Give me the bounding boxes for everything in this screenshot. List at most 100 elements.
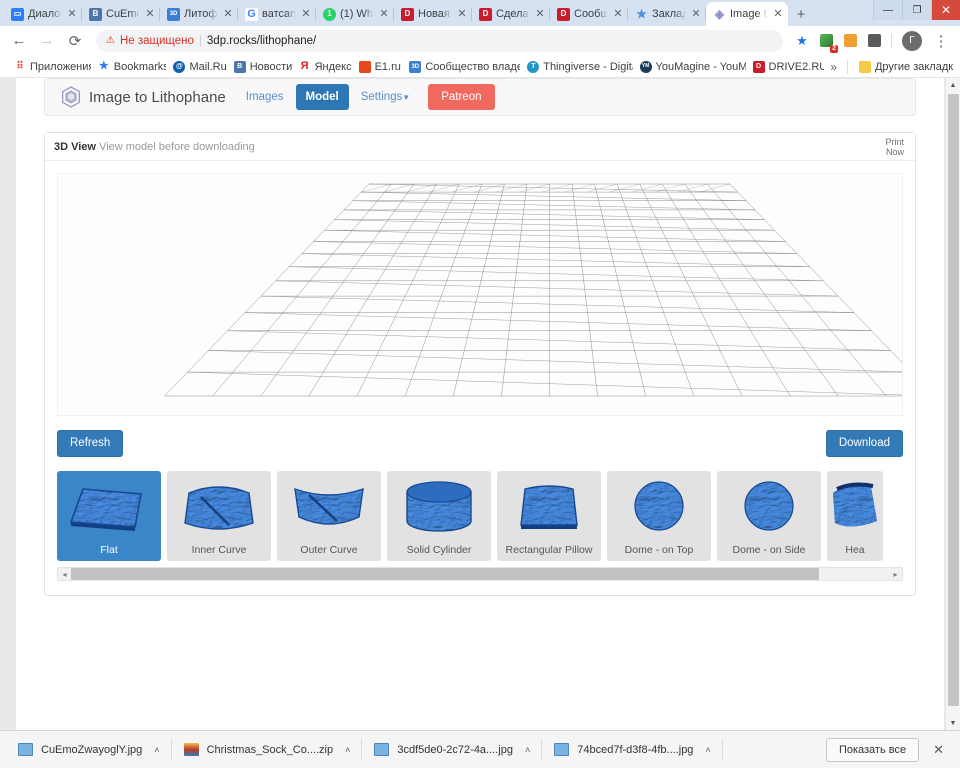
extension-icon-briefcase[interactable] xyxy=(839,30,861,52)
download-button[interactable]: Download xyxy=(825,430,903,457)
nav-tab-images[interactable]: Images xyxy=(236,84,294,110)
download-item[interactable]: CuEmoZwayoglY.jpg ˄ xyxy=(6,735,172,765)
download-item[interactable]: 3cdf5de0-2c72-4a....jpg ˄ xyxy=(362,735,543,765)
bookmark-star-icon[interactable]: ★ xyxy=(791,30,813,52)
mailru-icon: @ xyxy=(173,60,186,73)
print-now-line1: Print xyxy=(885,136,904,147)
browser-tab[interactable]: D Новая ✕ xyxy=(394,2,472,26)
patreon-button[interactable]: Patreon xyxy=(428,84,495,110)
tab-close-icon[interactable]: ✕ xyxy=(144,8,156,20)
bookmark-item[interactable]: D DRIVE2.RU xyxy=(746,57,824,77)
bookmarks-overflow-icon[interactable]: » xyxy=(824,60,843,74)
tab-close-icon[interactable]: ✕ xyxy=(66,8,78,20)
bookmark-label: Новости xyxy=(249,60,292,73)
refresh-button[interactable]: Refresh xyxy=(57,430,124,457)
bookmark-item[interactable]: YM YouMagine - YouMa xyxy=(633,57,746,77)
bookmark-item[interactable]: ★ Bookmarks xyxy=(91,57,167,77)
thingiverse-icon: T xyxy=(527,60,540,73)
tab-close-icon[interactable]: ✕ xyxy=(378,8,390,20)
app-navbar: Image to Lithophane Images Model Setting… xyxy=(44,78,916,116)
download-menu-icon[interactable]: ˄ xyxy=(154,745,159,755)
browser-tab[interactable]: D Сделай ✕ xyxy=(472,2,550,26)
browser-tab-active[interactable]: ◈ Image t ✕ xyxy=(706,2,788,26)
chrome-menu-icon[interactable]: ⋮ xyxy=(928,28,954,54)
extension-icon-puzzle[interactable]: 2 xyxy=(815,30,838,53)
address-bar[interactable]: ⚠ Не защищено | 3dp.rocks/lithophane/ xyxy=(96,29,783,52)
bookmark-apps[interactable]: ⠿ Приложения xyxy=(7,57,90,77)
tab-close-icon[interactable]: ✕ xyxy=(300,8,312,20)
carousel-scroll-thumb[interactable] xyxy=(71,568,820,580)
tab-close-icon[interactable]: ✕ xyxy=(772,8,784,20)
browser-tab[interactable]: ▭ Диалог ✕ xyxy=(4,2,82,26)
shape-option-inner-curve[interactable]: Inner Curve xyxy=(167,471,271,561)
tab-label: Image t xyxy=(730,8,767,20)
page-scrollbar[interactable]: ▲ ▼ xyxy=(945,78,960,730)
extension-icon-colorpicker[interactable] xyxy=(863,30,885,52)
download-item[interactable]: 74bced7f-d3f8-4fb....jpg ˄ xyxy=(542,735,724,765)
tab-close-icon[interactable]: ✕ xyxy=(222,8,234,20)
app-brand[interactable]: Image to Lithophane xyxy=(53,86,234,108)
tab-label: Сделай xyxy=(496,8,530,20)
shape-option-dome-on-top[interactable]: Dome - on Top xyxy=(607,471,711,561)
yandex-icon: Я xyxy=(300,60,309,72)
tab-close-icon[interactable]: ✕ xyxy=(612,8,624,20)
browser-tab[interactable]: ★ Заклад ✕ xyxy=(628,2,706,26)
new-tab-button[interactable]: + xyxy=(788,2,814,26)
tab-close-icon[interactable]: ✕ xyxy=(690,8,702,20)
download-menu-icon[interactable]: ˄ xyxy=(705,745,710,755)
shape-option-rectangular-pillow[interactable]: Rectangular Pillow xyxy=(497,471,601,561)
not-secure-label: Не защищено xyxy=(119,34,194,47)
3d-icon: 3D xyxy=(409,60,422,73)
browser-tab[interactable]: G ватсап ✕ xyxy=(238,2,316,26)
shape-option-dome-on-side[interactable]: Dome - on Side xyxy=(717,471,821,561)
minimize-button[interactable]: — xyxy=(873,0,902,20)
download-item[interactable]: Christmas_Sock_Co....zip ˄ xyxy=(172,735,363,765)
page-scrollbar-thumb[interactable] xyxy=(948,94,959,706)
bookmark-item[interactable]: 3D Сообщество владел xyxy=(402,57,520,77)
carousel-scrollbar[interactable]: ◂ ▸ xyxy=(57,567,903,581)
bookmark-item[interactable]: B Новости xyxy=(227,57,292,77)
forward-icon[interactable]: → xyxy=(34,28,60,54)
maximize-button[interactable]: ❐ xyxy=(902,0,931,20)
close-window-button[interactable]: ✕ xyxy=(931,0,960,20)
carousel-scroll-left-icon[interactable]: ◂ xyxy=(58,570,71,579)
download-menu-icon[interactable]: ˄ xyxy=(345,745,350,755)
shape-option-flat[interactable]: Flat xyxy=(57,471,161,561)
scroll-down-icon[interactable]: ▼ xyxy=(946,716,960,730)
download-menu-icon[interactable]: ˄ xyxy=(525,745,530,755)
not-secure-icon: ⚠ xyxy=(106,35,115,46)
image-file-icon xyxy=(554,743,570,756)
shape-option-outer-curve[interactable]: Outer Curve xyxy=(277,471,381,561)
scroll-up-icon[interactable]: ▲ xyxy=(946,78,960,92)
bookmark-item[interactable]: T Thingiverse - Digital xyxy=(520,57,633,77)
action-row: Refresh Download xyxy=(57,430,903,457)
tab-close-icon[interactable]: ✕ xyxy=(534,8,546,20)
app-brand-label: Image to Lithophane xyxy=(89,88,226,106)
other-bookmarks-folder[interactable]: Другие закладки xyxy=(852,57,953,77)
carousel-scroll-track[interactable] xyxy=(71,568,889,580)
nav-tab-model[interactable]: Model xyxy=(295,84,349,110)
tab-favicon: ▭ xyxy=(11,7,24,21)
drive2-icon: D xyxy=(752,60,765,73)
three-d-viewer[interactable] xyxy=(57,173,903,416)
browser-tab[interactable]: 1 (1) Wha ✕ xyxy=(316,2,394,26)
close-shelf-icon[interactable]: ✕ xyxy=(929,742,954,758)
back-icon[interactable]: ← xyxy=(6,28,32,54)
browser-tab[interactable]: D Сообщ ✕ xyxy=(550,2,628,26)
nav-tab-settings[interactable]: Settings▼ xyxy=(351,84,420,110)
shape-option-heart[interactable]: Hea xyxy=(827,471,883,561)
briefcase-glyph xyxy=(843,34,857,47)
bookmark-item[interactable]: Я Яндекс xyxy=(292,57,352,77)
browser-tab[interactable]: 3D Литофа ✕ xyxy=(160,2,238,26)
shape-carousel[interactable]: Flat Inner Curve Outer Curve Solid Cylin… xyxy=(57,471,903,563)
bookmark-item[interactable]: @ Mail.Ru xyxy=(166,57,227,77)
browser-tab[interactable]: B CuEmoZ ✕ xyxy=(82,2,160,26)
show-all-downloads-button[interactable]: Показать все xyxy=(825,737,920,762)
tab-close-icon[interactable]: ✕ xyxy=(456,8,468,20)
reload-icon[interactable]: ⟳ xyxy=(62,28,88,54)
print-now-link[interactable]: Print Now xyxy=(885,137,906,157)
carousel-scroll-right-icon[interactable]: ▸ xyxy=(889,570,902,579)
shape-option-solid-cylinder[interactable]: Solid Cylinder xyxy=(387,471,491,561)
profile-avatar[interactable]: Г xyxy=(902,30,922,51)
bookmark-item[interactable]: E1.ru xyxy=(352,57,403,77)
